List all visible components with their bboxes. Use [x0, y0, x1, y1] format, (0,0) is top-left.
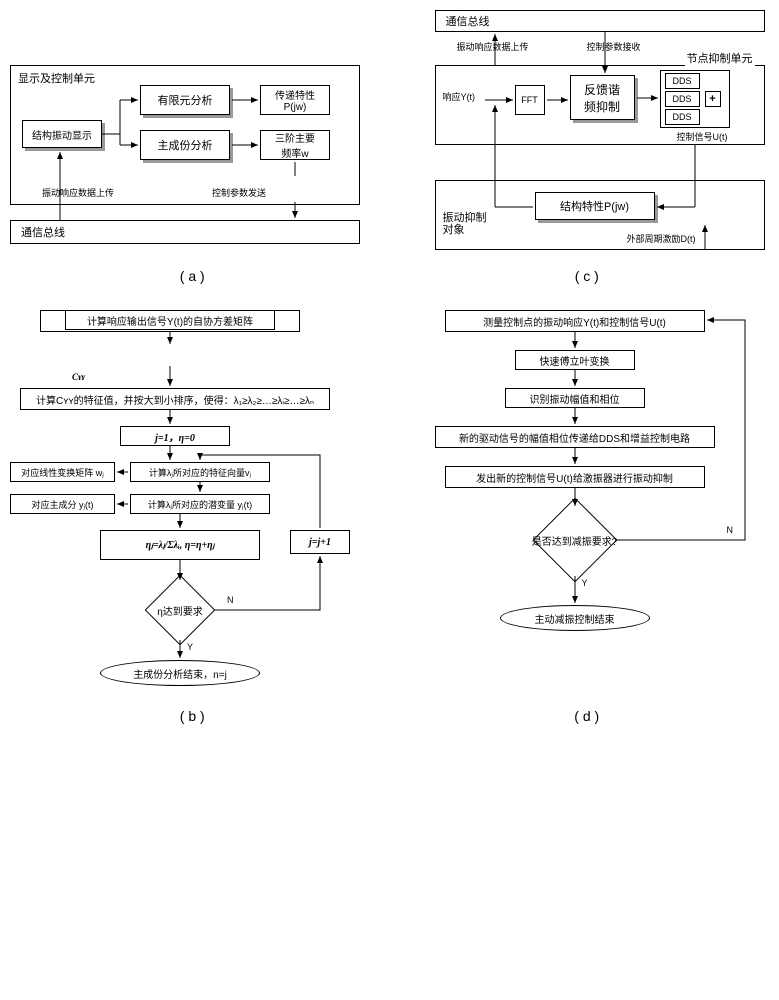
upload-label: 振动响应数据上传 [40, 186, 116, 199]
resp-label: 响应Y(t) [441, 90, 478, 103]
b-yes: Y [185, 642, 195, 652]
caption-a: ( a ) [10, 268, 375, 284]
b-decision-text: η达到要求 [140, 600, 220, 620]
cyy: Cʏʏ [70, 372, 87, 382]
d-yes: Y [580, 578, 590, 588]
comm-bus-bottom: 通信总线 [10, 220, 360, 244]
vib-display-box: 结构振动显示 [22, 120, 102, 148]
b-step5b: 计算λⱼ所对应的特征向量vⱼ [130, 462, 270, 482]
pca-box: 主成份分析 [140, 130, 230, 160]
panel-b: 整体结构响应信号Y(t) = [Y₁(t),Y₂(t),...,Yᵢ(t)]ᵀ … [10, 310, 375, 730]
upload-c: 振动响应数据上传 [455, 40, 531, 53]
b-step7: ηⱼ=λⱼ/Σλᵢ, η=η+ηⱼ [100, 530, 260, 560]
panel-a: 显示及控制单元 结构振动显示 有限元分析 主成份分析 传递特性 P(jw) 三阶… [10, 10, 375, 290]
b-step8: j=j+1 [290, 530, 350, 554]
fea-box: 有限元分析 [140, 85, 230, 115]
three-freq-box: 三阶主要 频率w [260, 130, 330, 160]
b-step6b: 计算λⱼ所对应的潜变量 yⱼ(t) [130, 494, 270, 514]
d-step1: 测量控制点的振动响应Y(t)和控制信号U(t) [445, 310, 705, 332]
b-step4: j=1，η=0 [120, 426, 230, 446]
b-no: N [225, 595, 236, 605]
b-step3: 计算Cʏʏ的特征值，并按大到小排序，使得：λ₁≥λ₂≥…≥λᵢ≥…≥λₙ [20, 388, 330, 410]
send-label: 控制参数发送 [210, 186, 268, 199]
panel-d: 测量控制点的振动响应Y(t)和控制信号U(t) 快速傅立叶变换 识别振动幅值和相… [405, 310, 770, 730]
ctrl-signal: 控制信号U(t) [675, 130, 730, 143]
d-step2: 快速傅立叶变换 [515, 350, 635, 370]
comm-bus-c: 通信总线 [435, 10, 765, 32]
node-unit-title: 节点抑制单元 [685, 50, 755, 66]
fft-box: FFT [515, 85, 545, 115]
d-no: N [725, 525, 736, 535]
recv-c: 控制参数接收 [585, 40, 643, 53]
d-step4: 新的驱动信号的幅值相位传递给DDS和增益控制电路 [435, 426, 715, 448]
ext-excite: 外部周期激励D(t) [625, 232, 698, 245]
feedback-box: 反馈谐 频抑制 [570, 75, 635, 120]
panel-c: 通信总线 节点抑制单元 振动响应数据上传 控制参数接收 响应Y(t) FFT 反… [405, 10, 770, 290]
caption-d: ( d ) [405, 708, 770, 724]
unit-title: 显示及控制单元 [16, 70, 97, 86]
d-step5: 发出新的控制信号U(t)给激振器进行振动抑制 [445, 466, 705, 488]
b-step2: 计算响应输出信号Y(t)的自协方差矩阵 [65, 310, 275, 330]
struct-char: 结构特性P(jw) [535, 192, 655, 220]
b-end: 主成份分析结束，n=j [100, 660, 260, 686]
d-step3: 识别振动幅值和相位 [505, 388, 645, 408]
b-step6a: 对应主成分 yⱼ(t) [10, 494, 115, 514]
b-step5a: 对应线性变换矩阵 wⱼ [10, 462, 115, 482]
d-decision-text: 是否达到减振要求? [515, 530, 635, 550]
vib-obj-title: 振动抑制 对象 [441, 212, 489, 236]
d-end: 主动减振控制结束 [500, 605, 650, 631]
caption-b: ( b ) [10, 708, 375, 724]
caption-c: ( c ) [405, 268, 770, 284]
transfer-box: 传递特性 P(jw) [260, 85, 330, 115]
